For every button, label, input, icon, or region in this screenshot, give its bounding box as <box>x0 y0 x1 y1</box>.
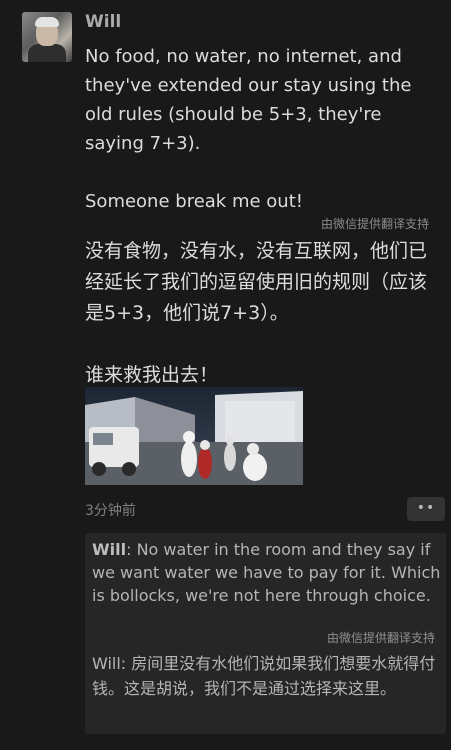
avatar-hair <box>35 17 59 27</box>
quoted-text-zh: Will: 房间里没有水他们说如果我们想要水就得付钱。这是胡说，我们不是通过选择… <box>92 654 436 698</box>
quoted-reply[interactable]: Will: No water in the room and they say … <box>85 533 446 734</box>
message-photo[interactable] <box>85 387 303 485</box>
quoted-text-en: Will: No water in the room and they say … <box>92 538 442 607</box>
quoted-sender: Will <box>92 540 127 559</box>
message-timestamp: 3分钟前 <box>85 503 136 519</box>
sender-name[interactable]: Will <box>85 12 121 32</box>
quoted-translation-note: 由微信提供翻译支持 <box>326 631 435 645</box>
message-text-zh[interactable]: 没有食物，没有水，没有互联网，他们已经延长了我们的逗留使用旧的规则（应该是5+3… <box>85 236 437 391</box>
translation-note: 由微信提供翻译支持 <box>320 217 429 231</box>
sender-avatar[interactable] <box>22 12 72 62</box>
message-text-en[interactable]: No food, no water, no internet, and they… <box>85 42 433 216</box>
message-zh-line-1: 没有食物，没有水，没有互联网，他们已经延长了我们的逗留使用旧的规则（应该是5+3… <box>85 240 428 324</box>
avatar-body <box>28 44 66 62</box>
quoted-en-body: : No water in the room and they say if w… <box>92 540 441 605</box>
message-en-line-2: Someone break me out! <box>85 191 303 212</box>
message-en-line-1: No food, no water, no internet, and they… <box>85 46 412 154</box>
photo-image <box>85 387 303 485</box>
more-options-button[interactable]: •• <box>407 497 445 521</box>
